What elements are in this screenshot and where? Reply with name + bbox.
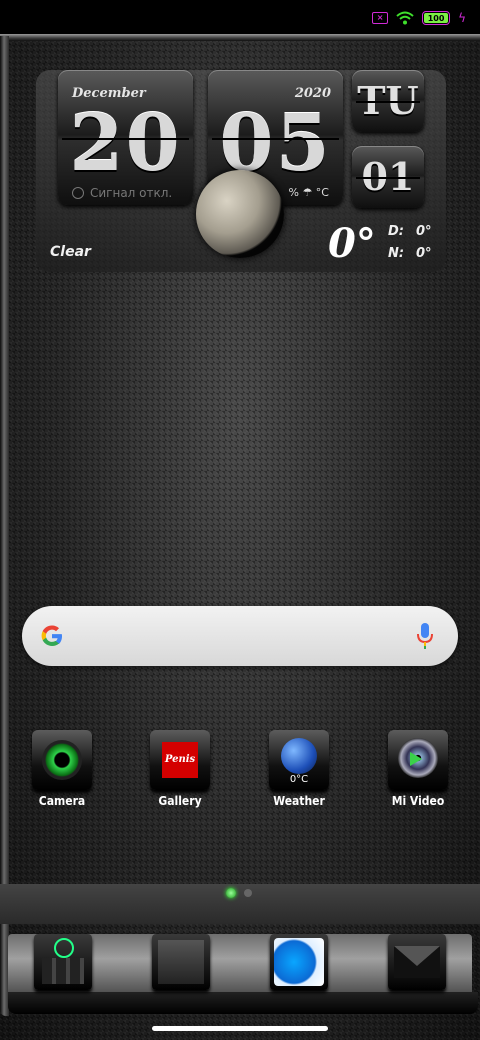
app-label: Weather: [273, 794, 325, 808]
battery-icon: 100: [422, 11, 451, 25]
app-label: Gallery: [158, 794, 202, 808]
day-temp-value: 0°: [416, 224, 432, 239]
app-camera[interactable]: Camera: [22, 730, 102, 808]
browser-icon: [274, 938, 324, 986]
gallery-art-text: Penis: [162, 742, 198, 778]
dock-contacts[interactable]: [152, 934, 210, 990]
google-search-bar[interactable]: [22, 606, 458, 666]
dock-mail[interactable]: [388, 934, 446, 990]
camera-icon: [32, 730, 92, 790]
wifi-icon: [396, 11, 414, 25]
date-text: 01: [361, 154, 415, 199]
home-gesture-bar[interactable]: [152, 1026, 328, 1031]
weather-condition: Clear: [50, 244, 91, 260]
dock-phone[interactable]: [34, 934, 92, 990]
video-icon: [388, 730, 448, 790]
moon-phase-icon: [196, 170, 284, 258]
hours-flip[interactable]: December 20 Сигнал откл.: [58, 70, 193, 205]
alarm-icon: [72, 187, 84, 199]
night-temp-value: 0°: [416, 246, 432, 261]
alarm-text: Сигнал откл.: [90, 186, 173, 200]
gallery-icon: Penis: [150, 730, 210, 790]
dock-base: [8, 992, 478, 1014]
contacts-icon: [158, 940, 204, 984]
weekday-text: TU: [357, 78, 419, 123]
frame-top: [0, 34, 480, 41]
weather-icon-temp: 0°C: [289, 774, 309, 785]
app-label: Camera: [38, 794, 86, 808]
alarm-status: Сигнал откл.: [72, 186, 172, 200]
hours-digits: 20: [69, 98, 182, 189]
weather-icon: 0°C: [269, 730, 329, 790]
dock-browser[interactable]: [270, 934, 328, 990]
day-temp-label: D:: [388, 224, 404, 239]
weekday-flip: TU: [352, 70, 424, 132]
app-gallery[interactable]: Penis Gallery: [140, 730, 220, 808]
app-mi-video[interactable]: Mi Video: [378, 730, 458, 808]
screenshot-x-icon: ×: [372, 12, 389, 24]
current-temperature: 0°: [328, 220, 376, 267]
battery-level: 100: [427, 13, 445, 23]
status-bar: × 100 ϟ: [0, 0, 480, 34]
page-dot[interactable]: [244, 889, 252, 897]
clock-widget[interactable]: December 20 Сигнал откл. 2020 05 % ☂ °C …: [36, 70, 446, 272]
google-g-icon: [41, 625, 62, 646]
frame-left: [0, 36, 9, 1016]
page-indicator: [226, 888, 252, 898]
charging-bolt-icon: ϟ: [458, 11, 466, 25]
small-weather-indicators: % ☂ °C: [288, 186, 330, 199]
app-weather[interactable]: 0°C Weather: [259, 730, 339, 808]
mic-icon[interactable]: [416, 622, 434, 650]
date-flip: 01: [352, 146, 424, 208]
app-label: Mi Video: [391, 794, 445, 808]
night-temp-label: N:: [388, 246, 405, 261]
page-dot-active[interactable]: [226, 888, 236, 898]
